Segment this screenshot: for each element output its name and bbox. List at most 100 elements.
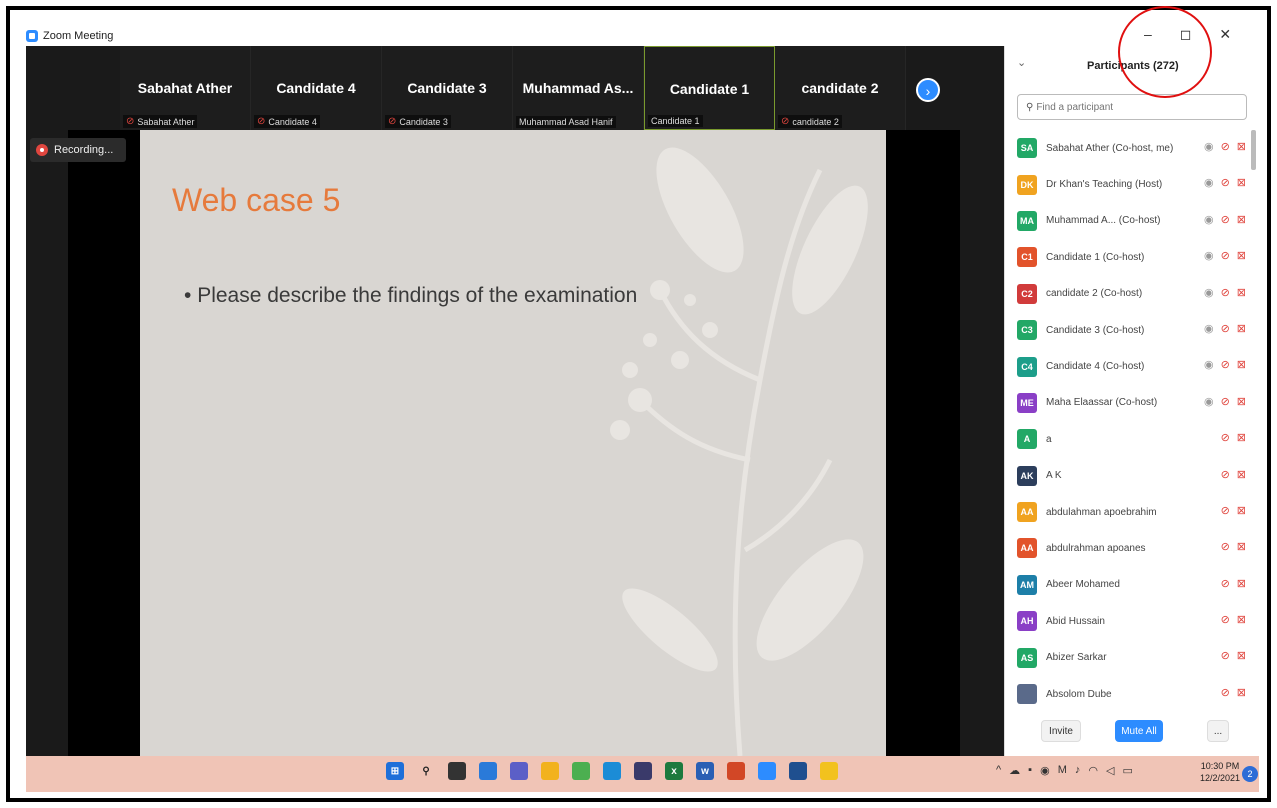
mic-muted-icon[interactable]: ⊘	[1221, 395, 1230, 408]
widgets-icon[interactable]	[479, 762, 497, 780]
video-off-icon[interactable]: ⊠	[1237, 540, 1246, 553]
close-button[interactable]: ✕	[1219, 26, 1231, 43]
chrome-icon[interactable]	[572, 762, 590, 780]
participant-row[interactable]: C3 Candidate 3 (Co-host) ◉ ⊘ ⊠	[1005, 312, 1250, 348]
system-clock[interactable]: 10:30 PM 12/2/2021	[1200, 760, 1240, 784]
store-icon[interactable]	[634, 762, 652, 780]
wifi-icon[interactable]: ◠	[1088, 764, 1098, 777]
system-tray: ^ ☁ ▪ ◉ M ♪ ◠ ◁ ▭	[996, 764, 1133, 777]
mic-muted-icon[interactable]: ⊘	[1221, 649, 1230, 662]
video-off-icon[interactable]: ⊠	[1237, 249, 1246, 262]
video-off-icon[interactable]: ⊠	[1237, 431, 1246, 444]
task-view-icon[interactable]	[448, 762, 466, 780]
participant-row[interactable]: SA Sabahat Ather (Co-host, me) ◉ ⊘ ⊠	[1005, 130, 1250, 166]
chevron-up-icon[interactable]: ^	[996, 764, 1001, 777]
edge-icon[interactable]	[603, 762, 621, 780]
participant-status-icons: ⊘ ⊠	[1221, 504, 1246, 517]
video-tile[interactable]: candidate 2 ⊘ candidate 2	[775, 46, 906, 130]
avatar	[1017, 684, 1037, 705]
participant-row[interactable]: C4 Candidate 4 (Co-host) ◉ ⊘ ⊠	[1005, 348, 1250, 384]
snipping-tool-icon[interactable]	[820, 762, 838, 780]
participant-row[interactable]: Aa ⊘ ⊠	[1005, 421, 1250, 457]
chat-icon[interactable]	[510, 762, 528, 780]
participant-name: Sabahat Ather (Co-host, me)	[1046, 142, 1174, 154]
participant-row[interactable]: AA abdulahman apoebrahim ⊘ ⊠	[1005, 494, 1250, 530]
participant-row[interactable]: C1 Candidate 1 (Co-host) ◉ ⊘ ⊠	[1005, 239, 1250, 275]
participant-row[interactable]: AH Abid Hussain ⊘ ⊠	[1005, 603, 1250, 639]
video-tile[interactable]: Candidate 4 ⊘ Candidate 4	[251, 46, 382, 130]
video-tile[interactable]: Candidate 3 ⊘ Candidate 3	[382, 46, 513, 130]
cloud-icon[interactable]: ☁	[1009, 764, 1020, 777]
participant-row[interactable]: DK Dr Khan's Teaching (Host) ◉ ⊘ ⊠	[1005, 166, 1250, 202]
more-options-button[interactable]: ...	[1207, 720, 1229, 742]
mic-muted-icon[interactable]: ⊘	[1221, 504, 1230, 517]
mic-muted-icon[interactable]: ⊘	[1221, 540, 1230, 553]
video-off-icon[interactable]: ⊠	[1237, 613, 1246, 626]
participant-status-icons: ◉ ⊘ ⊠	[1204, 140, 1246, 153]
mic-muted-icon[interactable]: ⊘	[1221, 431, 1230, 444]
video-off-icon[interactable]: ⊠	[1237, 213, 1246, 226]
maximize-button[interactable]: ◻	[1180, 26, 1192, 43]
search-icon: ⚲	[1026, 101, 1034, 113]
video-tile-active-speaker[interactable]: Candidate 1 Candidate 1	[644, 46, 775, 130]
app-tray-icon[interactable]: ◉	[1040, 764, 1050, 777]
participant-name: Abeer Mohamed	[1046, 579, 1120, 591]
video-off-icon[interactable]: ⊠	[1237, 395, 1246, 408]
minimize-button[interactable]: –	[1144, 26, 1152, 43]
video-off-icon[interactable]: ⊠	[1237, 649, 1246, 662]
video-off-icon[interactable]: ⊠	[1237, 468, 1246, 481]
video-off-icon[interactable]: ⊠	[1237, 358, 1246, 371]
participant-row[interactable]: Absolom Dube ⊘ ⊠	[1005, 676, 1250, 712]
mic-muted-icon[interactable]: ⊘	[1221, 577, 1230, 590]
video-off-icon[interactable]: ⊠	[1237, 176, 1246, 189]
mic-muted-icon[interactable]: ⊘	[1221, 286, 1230, 299]
excel-icon[interactable]: x	[665, 762, 683, 780]
chevron-right-icon[interactable]: ›	[916, 78, 940, 102]
mic-muted-icon[interactable]: ⊘	[1221, 213, 1230, 226]
search-input[interactable]	[1036, 101, 1237, 113]
video-off-icon[interactable]: ⊠	[1237, 504, 1246, 517]
microphone-icon[interactable]: ♪	[1075, 764, 1081, 777]
zoom-tray-icon[interactable]: ▪	[1028, 764, 1032, 777]
video-tile[interactable]: Muhammad As... Muhammad Asad Hanif	[513, 46, 644, 130]
zoom-icon[interactable]	[758, 762, 776, 780]
chevron-down-icon[interactable]: ⌄	[1017, 56, 1026, 69]
participant-search[interactable]: ⚲	[1017, 94, 1247, 120]
mail-icon[interactable]: M	[1058, 764, 1067, 777]
participant-row[interactable]: AK A K ⊘ ⊠	[1005, 458, 1250, 494]
word-icon[interactable]: w	[696, 762, 714, 780]
recording-indicator[interactable]: Recording...	[30, 138, 126, 162]
participant-status-icons: ◉ ⊘ ⊠	[1204, 213, 1246, 226]
video-tile[interactable]: Sabahat Ather ⊘ Sabahat Ather	[120, 46, 251, 130]
battery-icon[interactable]: ▭	[1122, 764, 1132, 777]
mic-muted-icon[interactable]: ⊘	[1221, 686, 1230, 699]
volume-icon[interactable]: ◁	[1106, 764, 1114, 777]
participant-list-scrollbar[interactable]	[1251, 130, 1256, 170]
video-off-icon[interactable]: ⊠	[1237, 577, 1246, 590]
start-icon[interactable]: ⊞	[386, 762, 404, 780]
mic-muted-icon[interactable]: ⊘	[1221, 249, 1230, 262]
file-explorer-icon[interactable]	[541, 762, 559, 780]
search-icon[interactable]: ⚲	[417, 762, 435, 780]
powerpoint-icon[interactable]	[727, 762, 745, 780]
video-off-icon[interactable]: ⊠	[1237, 322, 1246, 335]
video-off-icon[interactable]: ⊠	[1237, 140, 1246, 153]
mic-muted-icon[interactable]: ⊘	[1221, 322, 1230, 335]
participant-row[interactable]: AM Abeer Mohamed ⊘ ⊠	[1005, 567, 1250, 603]
participant-row[interactable]: ME Maha Elaassar (Co-host) ◉ ⊘ ⊠	[1005, 385, 1250, 421]
video-off-icon[interactable]: ⊠	[1237, 686, 1246, 699]
invite-button[interactable]: Invite	[1041, 720, 1081, 742]
notification-badge[interactable]: 2	[1242, 766, 1258, 782]
mic-muted-icon[interactable]: ⊘	[1221, 613, 1230, 626]
video-off-icon[interactable]: ⊠	[1237, 286, 1246, 299]
participant-row[interactable]: MA Muhammad A... (Co-host) ◉ ⊘ ⊠	[1005, 203, 1250, 239]
mic-muted-icon[interactable]: ⊘	[1221, 468, 1230, 481]
participant-row[interactable]: C2 candidate 2 (Co-host) ◉ ⊘ ⊠	[1005, 276, 1250, 312]
mic-muted-icon[interactable]: ⊘	[1221, 140, 1230, 153]
mute-all-button[interactable]: Mute All	[1115, 720, 1163, 742]
participant-row[interactable]: AA abdulrahman apoanes ⊘ ⊠	[1005, 530, 1250, 566]
photos-icon[interactable]	[789, 762, 807, 780]
participant-row[interactable]: AS Abizer Sarkar ⊘ ⊠	[1005, 639, 1250, 675]
mic-muted-icon[interactable]: ⊘	[1221, 176, 1230, 189]
mic-muted-icon[interactable]: ⊘	[1221, 358, 1230, 371]
